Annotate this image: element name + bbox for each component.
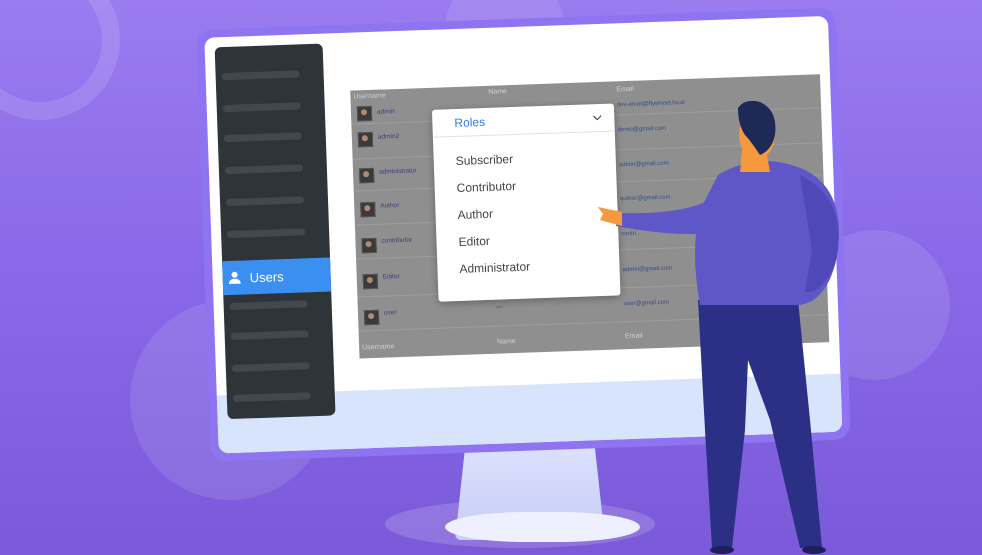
- table-row-email: contri...: [621, 230, 642, 238]
- sidebar-item-label: Users: [249, 268, 284, 285]
- user-icon: [228, 272, 240, 284]
- sidebar-item[interactable]: [225, 196, 305, 207]
- role-option-editor[interactable]: Editor: [458, 234, 490, 249]
- footer-email[interactable]: Email: [625, 333, 643, 341]
- monitor: Users Username Name Email admin dev-emai…: [196, 7, 851, 462]
- table-row-username[interactable]: admin: [377, 108, 395, 116]
- roles-select-value: Roles: [454, 114, 486, 130]
- column-header-username[interactable]: Username: [353, 92, 386, 100]
- sidebar-item[interactable]: [231, 362, 310, 372]
- avatar: [362, 273, 379, 290]
- sidebar-item[interactable]: [222, 102, 301, 113]
- chevron-down-icon: [593, 111, 602, 121]
- avatar: [356, 105, 373, 122]
- sidebar-item[interactable]: [224, 164, 303, 175]
- table-row-email: user@gmail.com: [623, 299, 670, 308]
- avatar: [361, 237, 377, 254]
- table-row-name: —: [495, 303, 503, 311]
- table-row-email: dev-email@flywheel.local: [616, 99, 685, 109]
- table-row-username[interactable]: administrator: [379, 167, 417, 175]
- monitor-foot: [445, 512, 640, 542]
- footer-username[interactable]: Username: [362, 343, 395, 351]
- column-header-email[interactable]: Email: [616, 86, 634, 94]
- table-row-email: demo@gmail.com: [617, 125, 667, 134]
- person-shoe: [710, 546, 734, 554]
- role-option-contributor[interactable]: Contributor: [456, 179, 516, 195]
- avatar: [357, 131, 374, 148]
- row-divider: [358, 314, 829, 332]
- roles-select[interactable]: Roles: [431, 103, 615, 138]
- column-header-name[interactable]: Name: [488, 88, 507, 96]
- role-option-administrator[interactable]: Administrator: [459, 259, 530, 275]
- wordpress-logo-icon: [0, 0, 120, 120]
- sidebar-item[interactable]: [223, 132, 302, 143]
- screen: Users Username Name Email admin dev-emai…: [204, 15, 843, 454]
- avatar: [360, 201, 376, 218]
- table-row-username[interactable]: user: [384, 309, 397, 316]
- sidebar-item[interactable]: [230, 330, 309, 340]
- table-row-username[interactable]: Author: [380, 202, 399, 210]
- role-option-author[interactable]: Author: [457, 207, 493, 222]
- roles-dropdown: Roles Subscriber Contributor Author Edit…: [431, 103, 621, 302]
- footer-name[interactable]: Name: [497, 338, 516, 346]
- avatar: [358, 167, 375, 184]
- table-row-email: author@gmail.com: [620, 194, 671, 203]
- avatar: [363, 309, 380, 326]
- table-row-username[interactable]: contributor: [381, 237, 412, 245]
- sidebar: Users: [214, 43, 336, 420]
- table-row-username[interactable]: Editor: [383, 273, 400, 281]
- sidebar-item[interactable]: [227, 228, 306, 239]
- person-shoe: [802, 546, 826, 554]
- role-option-subscriber[interactable]: Subscriber: [455, 152, 513, 168]
- sidebar-item[interactable]: [221, 70, 300, 81]
- sidebar-item[interactable]: [229, 300, 308, 310]
- sidebar-item-users[interactable]: Users: [222, 257, 332, 296]
- table-row-username[interactable]: admin2: [378, 133, 400, 141]
- table-row-email: admin@gmail.com: [622, 265, 673, 274]
- table-row-email: admin@gmail.com: [618, 160, 669, 169]
- sidebar-item[interactable]: [232, 392, 311, 402]
